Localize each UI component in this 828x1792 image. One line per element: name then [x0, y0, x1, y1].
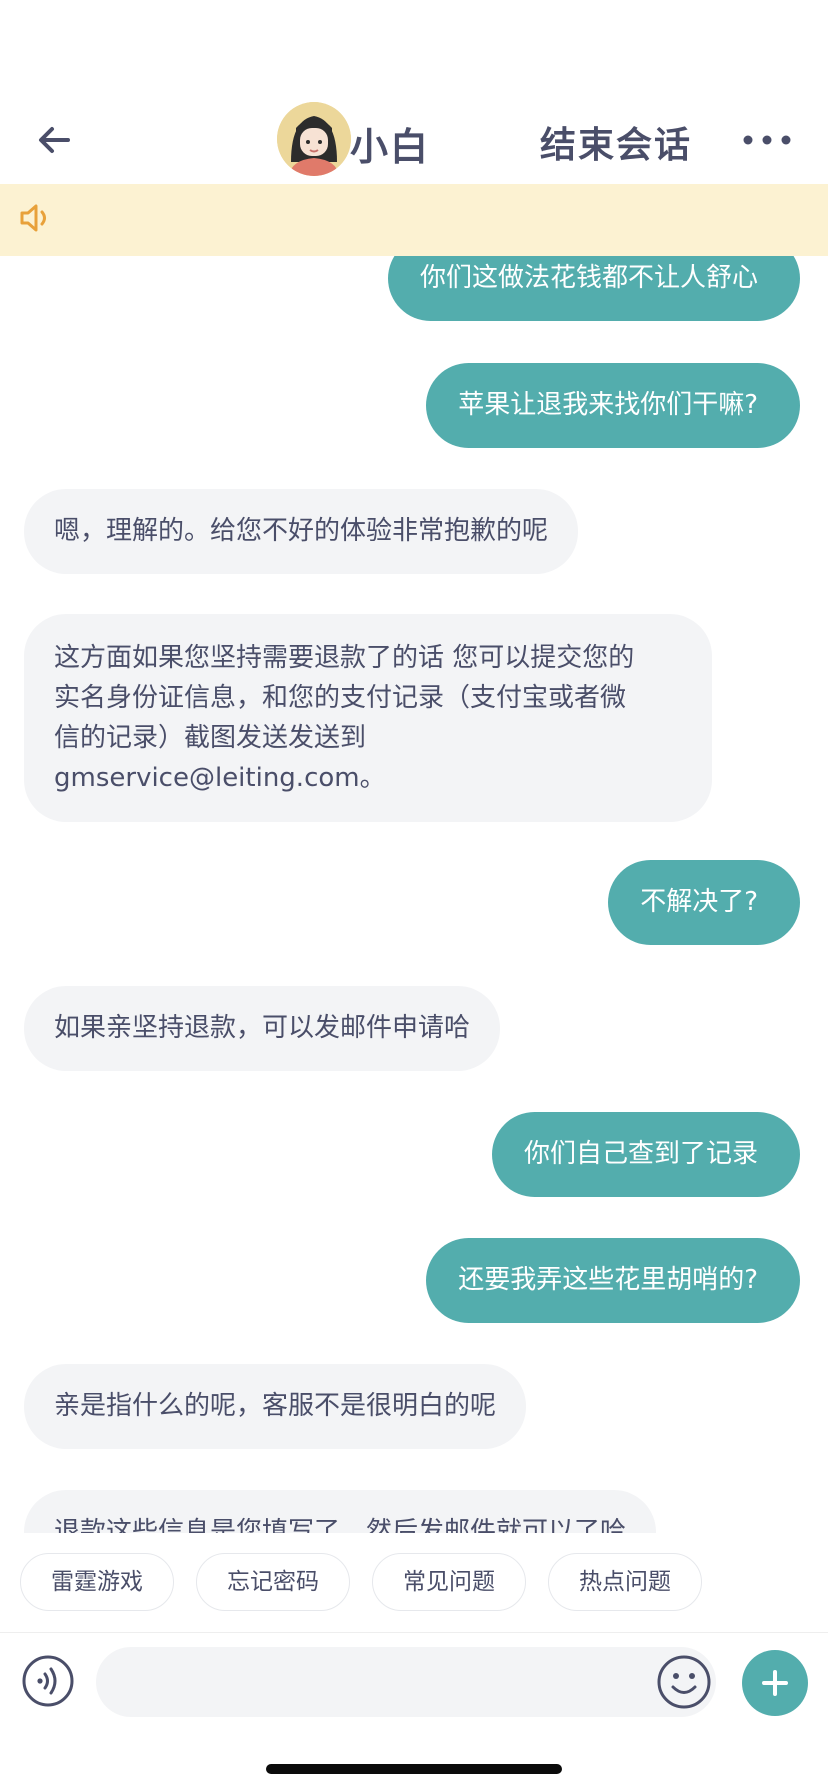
chat-header: 小白 结束会话 — [0, 0, 828, 184]
plus-icon — [762, 1670, 788, 1696]
avatar — [277, 102, 351, 176]
message-bubble-incoming: 这方面如果您坚持需要退款了的话 您可以提交您的 实名身份证信息，和您的支付记录（… — [24, 614, 712, 822]
end-session-button[interactable]: 结束会话 — [540, 116, 692, 168]
composer-divider — [0, 1632, 828, 1633]
message-line: 信的记录）截图发送发送到 — [54, 723, 367, 753]
message-bubble-incoming: 退款这些信息是您填写了，然后发邮件就可以了哈 — [24, 1490, 657, 1533]
message-line: gmservice@leiting.com。 — [54, 763, 386, 793]
message-bubble-outgoing: 你们自己查到了记录 — [491, 1112, 800, 1197]
message-bubble-incoming: 亲是指什么的呢，客服不是很明白的呢 — [24, 1364, 527, 1449]
agent-name: 小白 — [350, 125, 431, 169]
quick-reply-chip[interactable]: 热点问题 — [548, 1553, 702, 1611]
message-bubble-outgoing: 苹果让退我来找你们干嘛? — [426, 363, 800, 448]
message-bubble-incoming: 如果亲坚持退款，可以发邮件申请哈 — [24, 986, 501, 1071]
emoji-icon[interactable] — [656, 1654, 712, 1710]
notice-bar — [0, 184, 828, 256]
quick-reply-chip[interactable]: 雷霆游戏 — [20, 1553, 174, 1611]
chat-message-list[interactable]: 你们这做法花钱都不让人舒心 苹果让退我来找你们干嘛? 嗯，理解的。给您不好的体验… — [0, 256, 828, 1533]
message-line: 实名身份证信息，和您的支付记录（支付宝或者微 — [54, 683, 627, 713]
more-dots-icon[interactable] — [742, 120, 792, 160]
message-bubble-outgoing: 不解决了? — [608, 860, 800, 945]
voice-input-icon[interactable] — [22, 1655, 74, 1707]
agent-avatar-icon — [277, 102, 351, 176]
message-bubble-incoming: 嗯，理解的。给您不好的体验非常抱歉的呢 — [24, 489, 579, 574]
speaker-icon — [20, 204, 46, 232]
home-indicator — [266, 1764, 562, 1774]
message-line: 这方面如果您坚持需要退款了的话 您可以提交您的 — [54, 643, 635, 673]
quick-reply-chip[interactable]: 常见问题 — [372, 1553, 526, 1611]
plus-button[interactable] — [742, 1650, 808, 1716]
message-bubble-outgoing: 还要我弄这些花里胡哨的? — [426, 1238, 800, 1323]
arrow-left-icon[interactable] — [30, 116, 80, 166]
quick-reply-chip[interactable]: 忘记密码 — [196, 1553, 350, 1611]
message-input[interactable] — [96, 1647, 716, 1717]
message-bubble-outgoing: 你们这做法花钱都不让人舒心 — [387, 256, 800, 321]
